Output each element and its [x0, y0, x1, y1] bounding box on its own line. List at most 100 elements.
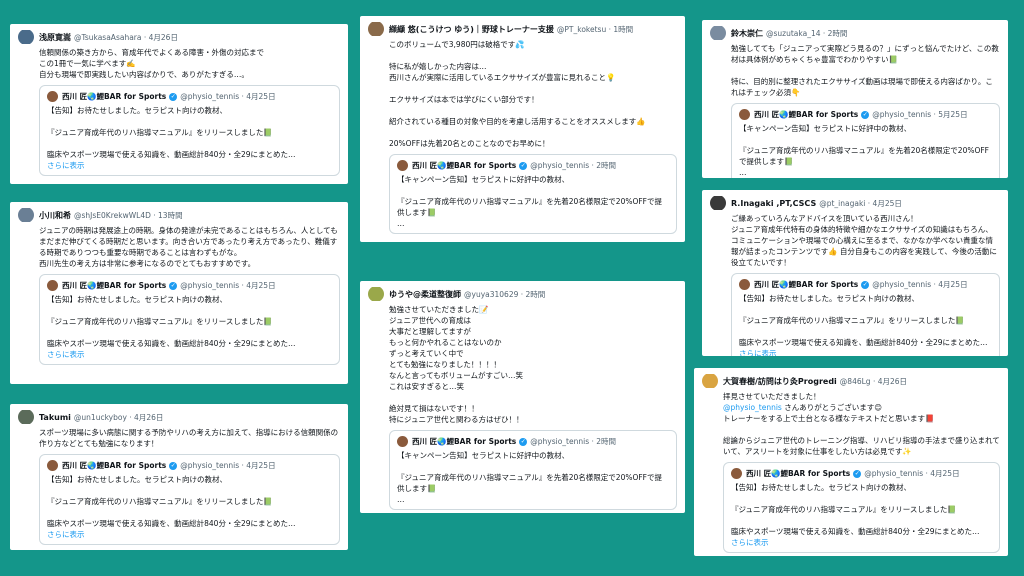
author-handle[interactable]: @PT_koketsu	[557, 25, 606, 34]
avatar[interactable]	[702, 374, 718, 388]
avatar[interactable]	[710, 196, 726, 210]
author-name[interactable]: 大賀春樹/訪問はり灸Progredi	[723, 376, 837, 387]
avatar[interactable]	[368, 22, 384, 36]
tweet-text: ジュニアの時期は発展途上の時期。身体の発達が未完であることはもちろん、人としても…	[39, 226, 338, 268]
tweet-text: 信頼関係の築き方から、育成年代でよくある障害・外傷の対応まで この1冊で一気に学…	[39, 48, 264, 79]
avatar[interactable]	[710, 26, 726, 40]
quoted-tweet[interactable]: 西川 匠🌏鯉BAR for Sports ✓ @physio_tennis · …	[723, 462, 1000, 553]
verified-icon: ✓	[169, 92, 178, 101]
quoted-author-name: 西川 匠🌏鯉BAR for Sports	[62, 92, 167, 101]
show-more-link[interactable]: さらに表示	[731, 537, 992, 548]
quoted-tweet[interactable]: 西川 匠🌏鯉BAR for Sports ✓ @physio_tennis · …	[389, 154, 677, 234]
quoted-handle: @physio_tennis	[180, 92, 240, 101]
avatar[interactable]	[368, 287, 384, 301]
tweet-card-yuya[interactable]: ゆうや@柔道整復師 @yuya310629 · 2時間 勉強させていただきました…	[360, 281, 685, 513]
avatar[interactable]	[18, 410, 34, 424]
timestamp[interactable]: 4月26日	[878, 376, 907, 387]
author-handle[interactable]: @yuya310629	[464, 290, 518, 299]
tweet-text-intro: 拝見させていただきました！	[723, 392, 821, 401]
timestamp[interactable]: 2時間	[828, 28, 848, 39]
author-name[interactable]: 小川和希	[39, 210, 71, 221]
tweet-card-inagaki[interactable]: R.Inagaki ,PT,CSCS @pt_inagaki · 4月25日 ご…	[702, 190, 1008, 356]
timestamp[interactable]: 1時間	[613, 24, 633, 35]
separator-dot: ·	[606, 24, 614, 34]
avatar[interactable]	[18, 208, 34, 222]
tweet-card-ogawa[interactable]: 小川和希 @shJsE0KrekwWL4D · 13時間 ジュニアの時期は発展途…	[10, 202, 348, 384]
timestamp[interactable]: 4月26日	[149, 32, 178, 43]
quoted-tweet[interactable]: 西川 匠🌏鯉BAR for Sports ✓ @physio_tennis · …	[39, 454, 340, 545]
tweet-text: 勉強させていただきました📝 ジュニア世代への育成は 大事だと理解してますが もっ…	[389, 305, 524, 424]
tweet-text: ご縁あっていろんなアドバイスを頂いている西川さん！ ジュニア育成年代特有の身体的…	[731, 214, 997, 267]
tweet-header: 鈴木崇仁 @suzutaka_14 · 2時間	[710, 26, 1000, 40]
avatar	[397, 160, 408, 171]
quoted-header: 西川 匠🌏鯉BAR for Sports ✓ @physio_tennis · …	[47, 90, 332, 103]
show-more-link[interactable]: さらに表示	[47, 349, 332, 360]
separator-dot: ·	[870, 376, 878, 386]
quoted-handle: @physio_tennis	[530, 161, 590, 170]
author-handle[interactable]: @TsukasaAsahara	[74, 33, 141, 42]
quoted-timestamp: 4月25日	[246, 461, 276, 470]
author-name[interactable]: 鈴木崇仁	[731, 28, 763, 39]
show-more-link[interactable]: さらに表示	[739, 348, 992, 356]
timestamp[interactable]: 4月26日	[134, 412, 163, 423]
author-handle[interactable]: @un1uckyboy	[74, 413, 127, 422]
separator-dot: ·	[239, 281, 247, 290]
verified-icon: ✓	[169, 281, 178, 290]
avatar	[739, 279, 750, 290]
separator-dot: ·	[239, 461, 247, 470]
quoted-tweet[interactable]: 西川 匠🌏鯉BAR for Sports ✓ @physio_tennis · …	[39, 274, 340, 365]
show-more-link[interactable]: さらに表示	[47, 529, 332, 540]
quoted-tweet[interactable]: 西川 匠🌏鯉BAR for Sports ✓ @physio_tennis · …	[39, 85, 340, 176]
timestamp[interactable]: 2時間	[526, 289, 546, 300]
tweet-card-takumi[interactable]: Takumi @un1uckyboy · 4月26日 スポーツ現場に多い病態に関…	[10, 404, 348, 550]
quoted-author-name: 西川 匠🌏鯉BAR for Sports	[62, 281, 167, 290]
quoted-text: 【告知】お待たせしました。セラピスト向けの教材、 『ジュニア育成年代のリハ指導マ…	[731, 483, 980, 536]
tweet-card-asahara[interactable]: 浅原寛嵩 @TsukasaAsahara · 4月26日 信頼関係の築き方から、…	[10, 24, 348, 184]
mention-link[interactable]: @physio_tennis	[723, 403, 782, 412]
quoted-timestamp: 4月25日	[246, 281, 276, 290]
quoted-handle: @physio_tennis	[872, 280, 932, 289]
separator-dot: ·	[865, 198, 873, 208]
quoted-author-name: 西川 匠🌏鯉BAR for Sports	[754, 110, 859, 119]
quoted-tweet[interactable]: 西川 匠🌏鯉BAR for Sports ✓ @physio_tennis · …	[731, 103, 1000, 178]
quoted-text: 【告知】お待たせしました。セラピスト向けの教材、 『ジュニア育成年代のリハ指導マ…	[739, 294, 988, 347]
timestamp[interactable]: 4月25日	[873, 198, 902, 209]
verified-icon: ✓	[861, 110, 870, 119]
author-name[interactable]: R.Inagaki ,PT,CSCS	[731, 199, 816, 208]
separator-dot: ·	[923, 469, 931, 478]
show-more-link[interactable]: さらに表示	[47, 160, 332, 171]
author-name[interactable]: 纐纈 悠(こうけつ ゆう)｜野球トレーナー支援	[389, 24, 554, 35]
avatar[interactable]	[18, 30, 34, 44]
quoted-timestamp: 4月25日	[246, 92, 276, 101]
quoted-header: 西川 匠🌏鯉BAR for Sports ✓ @physio_tennis · …	[47, 279, 332, 292]
quoted-handle: @physio_tennis	[872, 110, 932, 119]
quoted-author-name: 西川 匠🌏鯉BAR for Sports	[746, 469, 851, 478]
quoted-tweet[interactable]: 西川 匠🌏鯉BAR for Sports ✓ @physio_tennis · …	[731, 273, 1000, 356]
author-handle[interactable]: @shJsE0KrekwWL4D	[74, 211, 151, 220]
tweet-card-koketsu[interactable]: 纐纈 悠(こうけつ ゆう)｜野球トレーナー支援 @PT_koketsu · 1時…	[360, 16, 685, 242]
author-name[interactable]: Takumi	[39, 413, 71, 422]
tweet-header: Takumi @un1uckyboy · 4月26日	[18, 410, 340, 424]
separator-dot: ·	[518, 289, 526, 299]
quoted-timestamp: 5月25日	[938, 110, 968, 119]
author-name[interactable]: ゆうや@柔道整復師	[389, 289, 461, 300]
separator-dot: ·	[931, 110, 939, 119]
quoted-author-name: 西川 匠🌏鯉BAR for Sports	[412, 161, 517, 170]
separator-dot: ·	[589, 437, 597, 446]
quoted-text: 【キャンペーン告知】セラピストに好評中の教材、 『ジュニア育成年代のリハ指導マニ…	[739, 124, 989, 177]
author-name[interactable]: 浅原寛嵩	[39, 32, 71, 43]
verified-icon: ✓	[853, 469, 862, 478]
author-handle[interactable]: @846Lg	[840, 377, 871, 386]
tweet-header: ゆうや@柔道整復師 @yuya310629 · 2時間	[368, 287, 677, 301]
author-handle[interactable]: @pt_inagaki	[819, 199, 865, 208]
timestamp[interactable]: 13時間	[158, 210, 183, 221]
tweet-header: 纐纈 悠(こうけつ ゆう)｜野球トレーナー支援 @PT_koketsu · 1時…	[368, 22, 677, 36]
avatar	[47, 280, 58, 291]
quoted-header: 西川 匠🌏鯉BAR for Sports ✓ @physio_tennis · …	[397, 435, 669, 448]
quoted-tweet[interactable]: 西川 匠🌏鯉BAR for Sports ✓ @physio_tennis · …	[389, 430, 677, 510]
tweet-card-suzuki[interactable]: 鈴木崇仁 @suzutaka_14 · 2時間 勉強してても「ジュニアって実際ど…	[702, 20, 1008, 178]
quoted-timestamp: 4月25日	[938, 280, 968, 289]
tweet-card-oga[interactable]: 大賀春樹/訪問はり灸Progredi @846Lg · 4月26日 拝見させてい…	[694, 368, 1008, 556]
quoted-author-name: 西川 匠🌏鯉BAR for Sports	[62, 461, 167, 470]
author-handle[interactable]: @suzutaka_14	[766, 29, 821, 38]
